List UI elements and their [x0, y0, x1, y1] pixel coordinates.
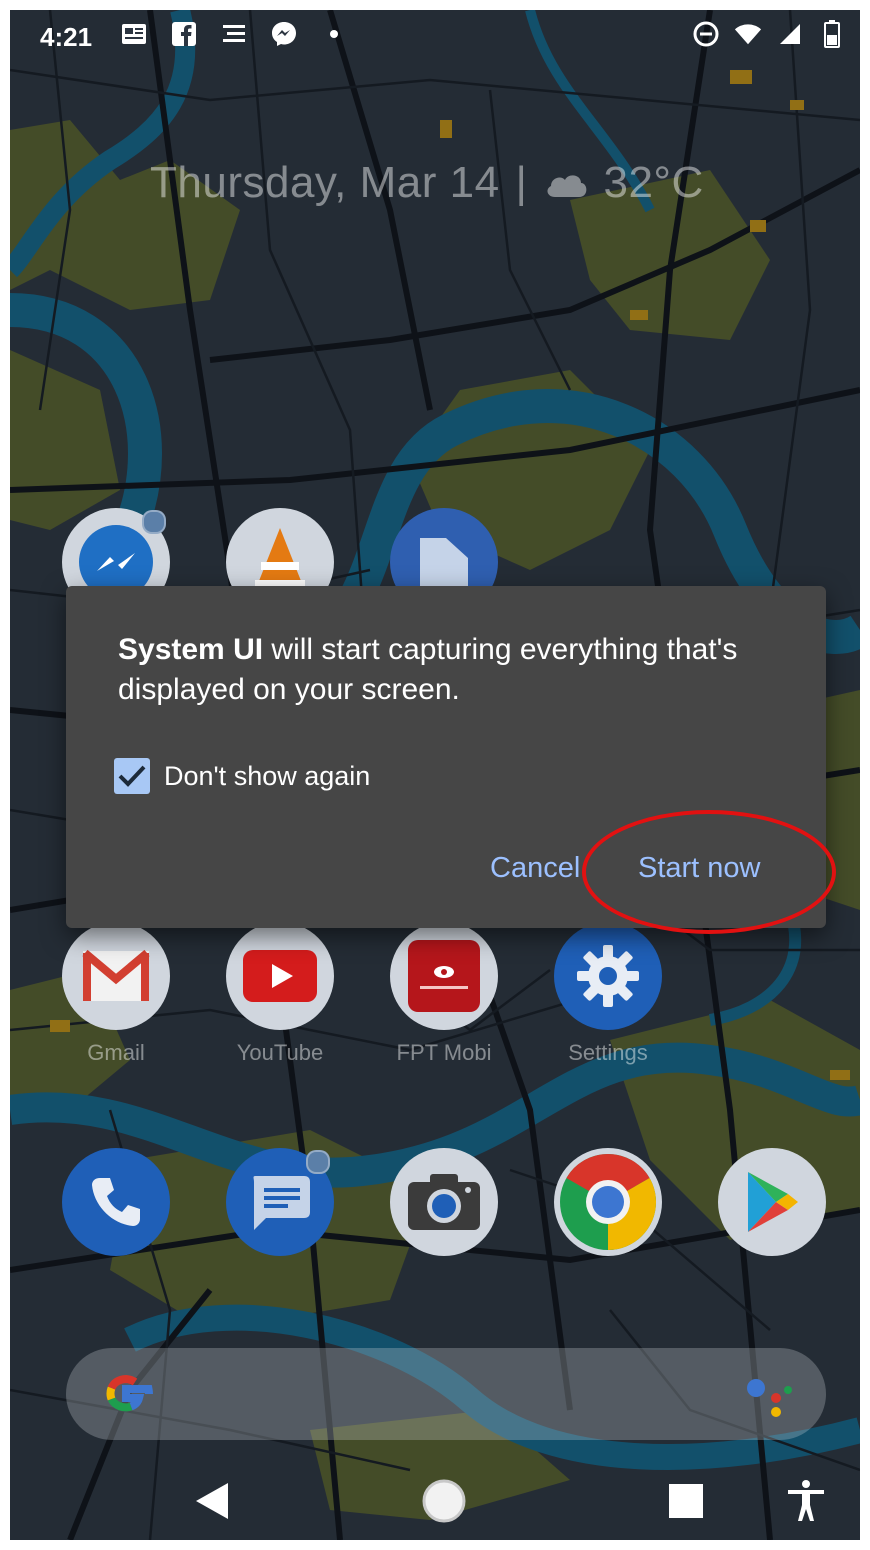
navigation-bar — [10, 1458, 860, 1540]
app-gmail[interactable]: Gmail — [62, 922, 170, 1066]
checkbox-label: Don't show again — [164, 760, 371, 791]
date-weather-widget[interactable]: Thursday, Mar 14 | 32°C — [150, 158, 704, 210]
back-icon[interactable] — [182, 1476, 242, 1526]
app-chrome[interactable] — [554, 1148, 662, 1256]
system-status-icons — [692, 20, 846, 48]
app-label: Settings — [568, 1040, 648, 1065]
app-icon-circle — [554, 1148, 662, 1256]
app-icon-circle — [62, 1148, 170, 1256]
app-icon-circle — [390, 1148, 498, 1256]
app-phone[interactable] — [62, 1148, 170, 1256]
app-icon-circle — [226, 922, 334, 1030]
app-icon-circle — [62, 922, 170, 1030]
cancel-button[interactable]: Cancel — [490, 852, 580, 885]
battery-icon — [818, 20, 846, 48]
dialog-message: System UI will start capturing everythin… — [118, 630, 778, 710]
chrome-icon — [560, 1153, 657, 1250]
recents-icon[interactable] — [656, 1476, 716, 1526]
highlight-annotation — [582, 810, 836, 934]
widget-separator: | — [515, 158, 528, 207]
app-icon-circle — [718, 1148, 826, 1256]
home-icon[interactable] — [414, 1476, 474, 1526]
status-bar: 4:21 — [10, 10, 860, 62]
facebook-icon — [170, 20, 198, 48]
app-settings[interactable]: Settings — [554, 922, 662, 1066]
app-icon-circle — [226, 1148, 334, 1256]
gmail-icon — [82, 949, 150, 1001]
dialog-app-name: System UI — [118, 633, 264, 666]
dont-show-again-row[interactable]: Don't show again — [114, 758, 370, 794]
phone-screen: 4:21 Thursday, Mar 14 | 32°C Gmail YouTu… — [10, 10, 860, 1540]
cloud-icon — [543, 160, 589, 210]
camera-icon — [408, 1174, 480, 1230]
date-text: Thursday, Mar 14 — [150, 158, 500, 207]
app-label: FPT Mobi — [396, 1040, 492, 1065]
gear-icon — [577, 945, 639, 1007]
assistant-icon[interactable] — [746, 1376, 796, 1425]
google-g-icon — [96, 1364, 156, 1429]
notification-badge — [142, 510, 166, 534]
notification-icons — [120, 20, 348, 48]
app-youtube[interactable]: YouTube — [226, 922, 334, 1066]
phone-icon — [92, 1178, 140, 1226]
temperature-text: 32°C — [603, 158, 704, 207]
accessibility-icon[interactable] — [776, 1476, 836, 1526]
app-label: Gmail — [87, 1040, 145, 1065]
app-play-store[interactable] — [718, 1148, 826, 1256]
google-search-bar[interactable] — [66, 1348, 826, 1440]
notification-badge — [306, 1150, 330, 1174]
app-label: YouTube — [236, 1040, 324, 1065]
app-fpt-mobi[interactable]: FPT Mobi — [390, 922, 498, 1066]
checkmark-icon — [118, 765, 146, 787]
play-store-icon — [748, 1172, 798, 1232]
app-messages[interactable] — [226, 1148, 334, 1256]
app-icon-circle — [390, 922, 498, 1030]
app-icon-circle — [554, 922, 662, 1030]
youtube-icon — [243, 950, 317, 1002]
notes-icon — [220, 20, 248, 48]
do-not-disturb-icon — [692, 20, 720, 48]
dont-show-again-checkbox[interactable] — [114, 758, 150, 794]
fpt-icon — [408, 940, 480, 1012]
messages-icon — [253, 1176, 310, 1230]
folder-icon — [420, 538, 468, 588]
news-icon — [120, 20, 148, 48]
dot-icon — [320, 20, 348, 48]
app-camera[interactable] — [390, 1148, 498, 1256]
wifi-icon — [734, 20, 762, 48]
signal-icon — [776, 20, 804, 48]
messenger-icon — [270, 20, 298, 48]
status-time: 4:21 — [40, 22, 93, 52]
